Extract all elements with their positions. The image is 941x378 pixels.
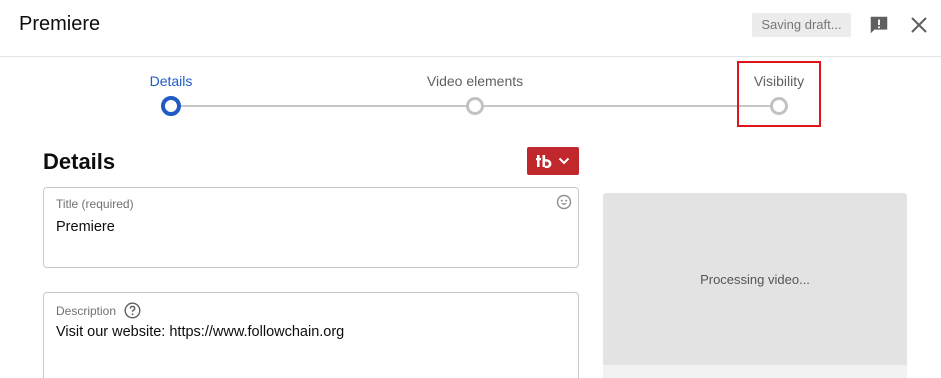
close-button[interactable] [905,11,933,39]
step-dot-details[interactable] [161,96,181,116]
upload-stepper: Details Video elements Visibility [0,57,941,137]
step-label-video-elements[interactable]: Video elements [427,73,523,89]
step-dot-video-elements[interactable] [466,97,484,115]
tubebuddy-menu-button[interactable] [527,147,579,175]
feedback-icon [870,16,888,34]
processing-status: Processing video... [700,271,810,287]
saving-status-badge: Saving draft... [752,13,851,37]
section-title-details: Details [43,149,116,174]
dialog-title: Premiere [19,13,101,35]
visibility-highlight-box [737,61,821,127]
title-field-label-row: Title (required) [56,197,134,211]
title-input[interactable]: Premiere [56,219,115,235]
close-icon [911,17,927,33]
feedback-button[interactable] [866,12,892,38]
chevron-down-icon [558,157,570,165]
step-label-details[interactable]: Details [150,73,193,89]
video-preview: Processing video... [603,193,907,365]
description-field-label-row: Description [56,302,141,319]
title-field[interactable]: Title (required) Premiere [43,187,579,268]
description-input[interactable]: Visit our website: https://www.followcha… [56,324,344,340]
emoji-icon[interactable] [556,194,572,210]
tubebuddy-logo-icon [536,155,552,168]
dialog-header: Premiere Saving draft... [0,0,941,57]
description-field[interactable]: Description Visit our website: https://w… [43,292,579,378]
video-preview-footer [603,365,907,378]
title-field-label: Title (required) [56,197,134,211]
help-circle-icon[interactable] [124,302,141,319]
description-field-label: Description [56,303,117,318]
